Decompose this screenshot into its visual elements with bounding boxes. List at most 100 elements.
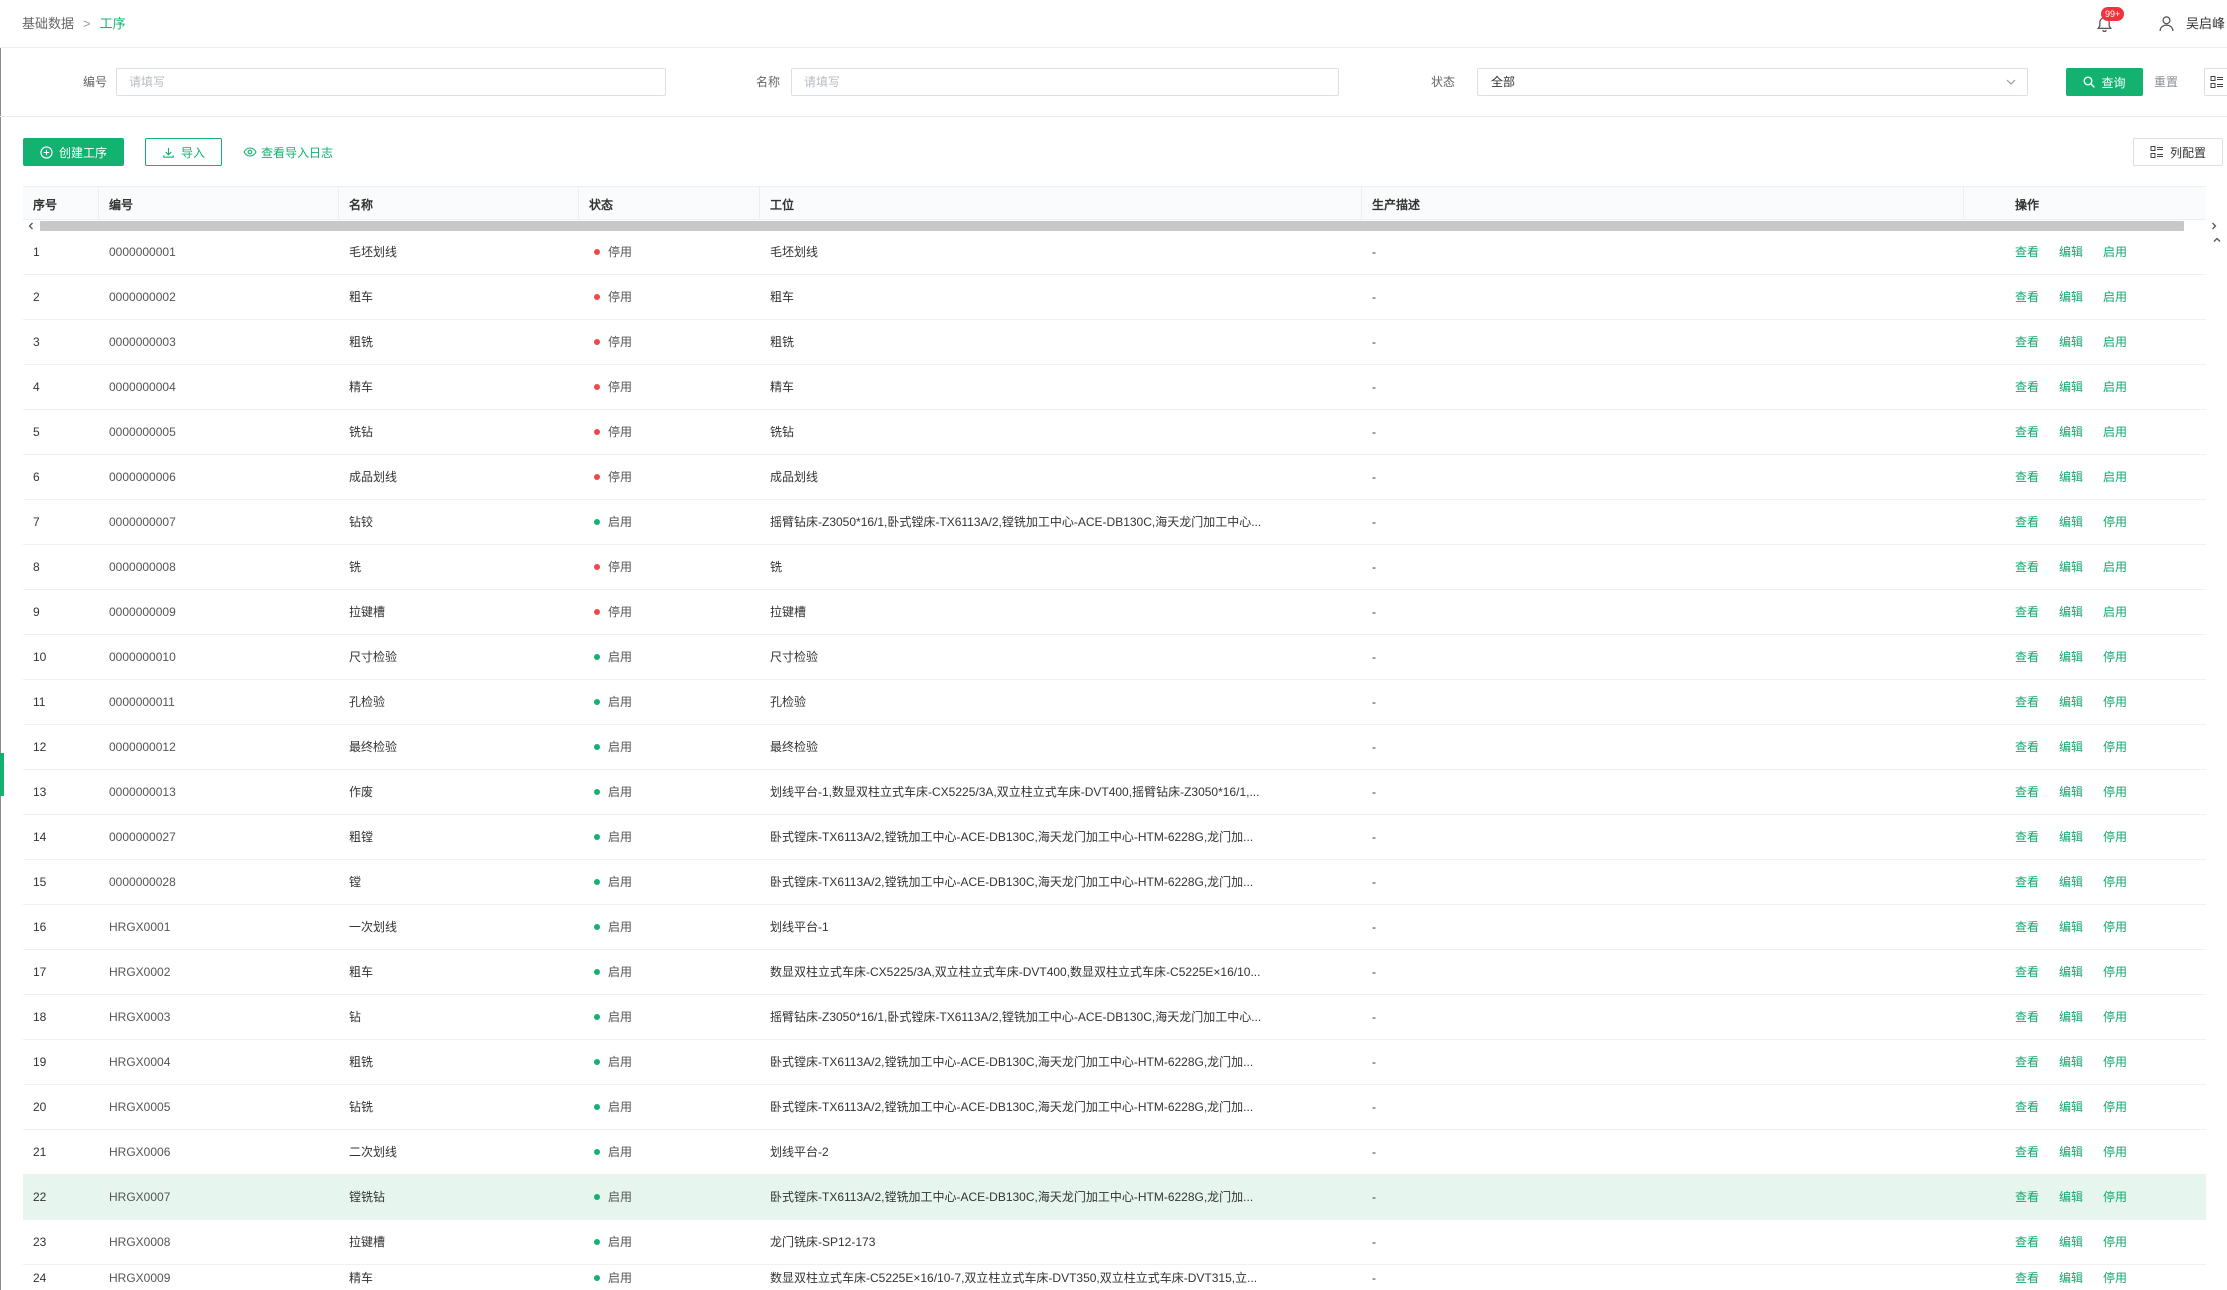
toggle-status-button[interactable]: 停用 bbox=[2103, 830, 2127, 844]
table-row[interactable]: 19 HRGX0004 粗铣 启用 卧式镗床-TX6113A/2,镗铣加工中心-ACE-… bbox=[23, 1040, 2206, 1085]
view-button[interactable]: 查看 bbox=[2015, 785, 2039, 799]
toggle-status-button[interactable]: 停用 bbox=[2103, 740, 2127, 754]
table-row[interactable]: 10 0000000010 尺寸检验 启用 尺寸检验 - 查看 编辑 停用 bbox=[23, 635, 2206, 680]
scroll-up-icon[interactable] bbox=[2212, 235, 2222, 245]
toggle-status-button[interactable]: 启用 bbox=[2103, 245, 2127, 259]
edit-button[interactable]: 编辑 bbox=[2059, 740, 2083, 754]
table-row[interactable]: 9 0000000009 拉键槽 停用 拉键槽 - 查看 编辑 启用 bbox=[23, 590, 2206, 635]
view-button[interactable]: 查看 bbox=[2015, 290, 2039, 304]
table-row[interactable]: 7 0000000007 钻铰 启用 摇臂钻床-Z3050*16/1,卧式镗床-TX61… bbox=[23, 500, 2206, 545]
import-button[interactable]: 导入 bbox=[145, 138, 222, 166]
edit-button[interactable]: 编辑 bbox=[2059, 1145, 2083, 1159]
edit-button[interactable]: 编辑 bbox=[2059, 560, 2083, 574]
filter-column-settings-button[interactable] bbox=[2204, 68, 2227, 96]
toggle-status-button[interactable]: 停用 bbox=[2103, 1235, 2127, 1249]
user-menu[interactable]: 吴启峰 bbox=[2156, 0, 2227, 47]
code-filter-input[interactable] bbox=[116, 68, 666, 96]
notification-button[interactable]: 99+ bbox=[2096, 7, 2125, 33]
view-button[interactable]: 查看 bbox=[2015, 830, 2039, 844]
edit-button[interactable]: 编辑 bbox=[2059, 1271, 2083, 1285]
edit-button[interactable]: 编辑 bbox=[2059, 470, 2083, 484]
view-button[interactable]: 查看 bbox=[2015, 1010, 2039, 1024]
query-button[interactable]: 查询 bbox=[2066, 68, 2143, 96]
toggle-status-button[interactable]: 启用 bbox=[2103, 560, 2127, 574]
edit-button[interactable]: 编辑 bbox=[2059, 785, 2083, 799]
table-row[interactable]: 6 0000000006 成品划线 停用 成品划线 - 查看 编辑 启用 bbox=[23, 455, 2206, 500]
view-button[interactable]: 查看 bbox=[2015, 560, 2039, 574]
view-button[interactable]: 查看 bbox=[2015, 1190, 2039, 1204]
edit-button[interactable]: 编辑 bbox=[2059, 1190, 2083, 1204]
toggle-status-button[interactable]: 停用 bbox=[2103, 875, 2127, 889]
toggle-status-button[interactable]: 停用 bbox=[2103, 1145, 2127, 1159]
toggle-status-button[interactable]: 启用 bbox=[2103, 290, 2127, 304]
view-button[interactable]: 查看 bbox=[2015, 965, 2039, 979]
view-button[interactable]: 查看 bbox=[2015, 875, 2039, 889]
view-button[interactable]: 查看 bbox=[2015, 1055, 2039, 1069]
table-row[interactable]: 21 HRGX0006 二次划线 启用 划线平台-2 - 查看 编辑 停用 bbox=[23, 1130, 2206, 1175]
toggle-status-button[interactable]: 停用 bbox=[2103, 695, 2127, 709]
table-row[interactable]: 24 HRGX0009 精车 启用 数显双柱立式车床-C5225E×16/10-7,双立… bbox=[23, 1265, 2206, 1290]
edit-button[interactable]: 编辑 bbox=[2059, 1010, 2083, 1024]
table-row[interactable]: 15 0000000028 镗 启用 卧式镗床-TX6113A/2,镗铣加工中心-ACE… bbox=[23, 860, 2206, 905]
toggle-status-button[interactable]: 启用 bbox=[2103, 425, 2127, 439]
reset-button[interactable]: 重置 bbox=[2154, 68, 2178, 96]
scroll-left-icon[interactable] bbox=[26, 221, 36, 231]
view-button[interactable]: 查看 bbox=[2015, 335, 2039, 349]
create-process-button[interactable]: 创建工序 bbox=[23, 138, 124, 166]
toggle-status-button[interactable]: 停用 bbox=[2103, 650, 2127, 664]
edit-button[interactable]: 编辑 bbox=[2059, 290, 2083, 304]
toggle-status-button[interactable]: 停用 bbox=[2103, 1010, 2127, 1024]
view-button[interactable]: 查看 bbox=[2015, 1271, 2039, 1285]
view-button[interactable]: 查看 bbox=[2015, 515, 2039, 529]
name-filter-input[interactable] bbox=[791, 68, 1339, 96]
toggle-status-button[interactable]: 停用 bbox=[2103, 965, 2127, 979]
edit-button[interactable]: 编辑 bbox=[2059, 1100, 2083, 1114]
scroll-right-icon[interactable] bbox=[2209, 221, 2219, 231]
sidebar-toggle-handle[interactable] bbox=[0, 753, 4, 796]
toggle-status-button[interactable]: 停用 bbox=[2103, 1100, 2127, 1114]
view-button[interactable]: 查看 bbox=[2015, 1235, 2039, 1249]
status-filter-select[interactable]: 全部 bbox=[1477, 68, 2028, 96]
view-button[interactable]: 查看 bbox=[2015, 650, 2039, 664]
view-button[interactable]: 查看 bbox=[2015, 245, 2039, 259]
view-button[interactable]: 查看 bbox=[2015, 470, 2039, 484]
table-row[interactable]: 16 HRGX0001 一次划线 启用 划线平台-1 - 查看 编辑 停用 bbox=[23, 905, 2206, 950]
edit-button[interactable]: 编辑 bbox=[2059, 965, 2083, 979]
edit-button[interactable]: 编辑 bbox=[2059, 1055, 2083, 1069]
view-button[interactable]: 查看 bbox=[2015, 920, 2039, 934]
view-button[interactable]: 查看 bbox=[2015, 605, 2039, 619]
view-button[interactable]: 查看 bbox=[2015, 1145, 2039, 1159]
table-row[interactable]: 4 0000000004 精车 停用 精车 - 查看 编辑 启用 bbox=[23, 365, 2206, 410]
edit-button[interactable]: 编辑 bbox=[2059, 245, 2083, 259]
table-row[interactable]: 3 0000000003 粗铣 停用 粗铣 - 查看 编辑 启用 bbox=[23, 320, 2206, 365]
toggle-status-button[interactable]: 停用 bbox=[2103, 1190, 2127, 1204]
table-row[interactable]: 14 0000000027 粗镗 启用 卧式镗床-TX6113A/2,镗铣加工中心-AC… bbox=[23, 815, 2206, 860]
toggle-status-button[interactable]: 停用 bbox=[2103, 920, 2127, 934]
table-row[interactable]: 20 HRGX0005 钻铣 启用 卧式镗床-TX6113A/2,镗铣加工中心-ACE-… bbox=[23, 1085, 2206, 1130]
horizontal-scroll-thumb[interactable] bbox=[40, 221, 2184, 231]
toggle-status-button[interactable]: 启用 bbox=[2103, 335, 2127, 349]
edit-button[interactable]: 编辑 bbox=[2059, 920, 2083, 934]
table-row[interactable]: 13 0000000013 作废 启用 划线平台-1,数显双柱立式车床-CX5225/3… bbox=[23, 770, 2206, 815]
table-row[interactable]: 22 HRGX0007 镗铣钻 启用 卧式镗床-TX6113A/2,镗铣加工中心-ACE… bbox=[23, 1175, 2206, 1220]
view-import-log-link[interactable]: 查看导入日志 bbox=[243, 138, 333, 166]
breadcrumb-parent[interactable]: 基础数据 bbox=[22, 16, 74, 31]
view-button[interactable]: 查看 bbox=[2015, 380, 2039, 394]
view-button[interactable]: 查看 bbox=[2015, 425, 2039, 439]
table-row[interactable]: 1 0000000001 毛坯划线 停用 毛坯划线 - 查看 编辑 启用 bbox=[23, 230, 2206, 275]
edit-button[interactable]: 编辑 bbox=[2059, 605, 2083, 619]
column-settings-button[interactable]: 列配置 bbox=[2133, 138, 2223, 166]
horizontal-scrollbar[interactable] bbox=[23, 220, 2227, 232]
toggle-status-button[interactable]: 停用 bbox=[2103, 1271, 2127, 1285]
table-row[interactable]: 8 0000000008 铣 停用 铣 - 查看 编辑 启用 bbox=[23, 545, 2206, 590]
edit-button[interactable]: 编辑 bbox=[2059, 875, 2083, 889]
table-row[interactable]: 18 HRGX0003 钻 启用 摇臂钻床-Z3050*16/1,卧式镗床-TX6113… bbox=[23, 995, 2206, 1040]
view-button[interactable]: 查看 bbox=[2015, 1100, 2039, 1114]
table-row[interactable]: 2 0000000002 粗车 停用 粗车 - 查看 编辑 启用 bbox=[23, 275, 2206, 320]
table-row[interactable]: 12 0000000012 最终检验 启用 最终检验 - 查看 编辑 停用 bbox=[23, 725, 2206, 770]
view-button[interactable]: 查看 bbox=[2015, 740, 2039, 754]
edit-button[interactable]: 编辑 bbox=[2059, 830, 2083, 844]
toggle-status-button[interactable]: 启用 bbox=[2103, 380, 2127, 394]
toggle-status-button[interactable]: 启用 bbox=[2103, 470, 2127, 484]
table-row[interactable]: 5 0000000005 铣钻 停用 铣钻 - 查看 编辑 启用 bbox=[23, 410, 2206, 455]
